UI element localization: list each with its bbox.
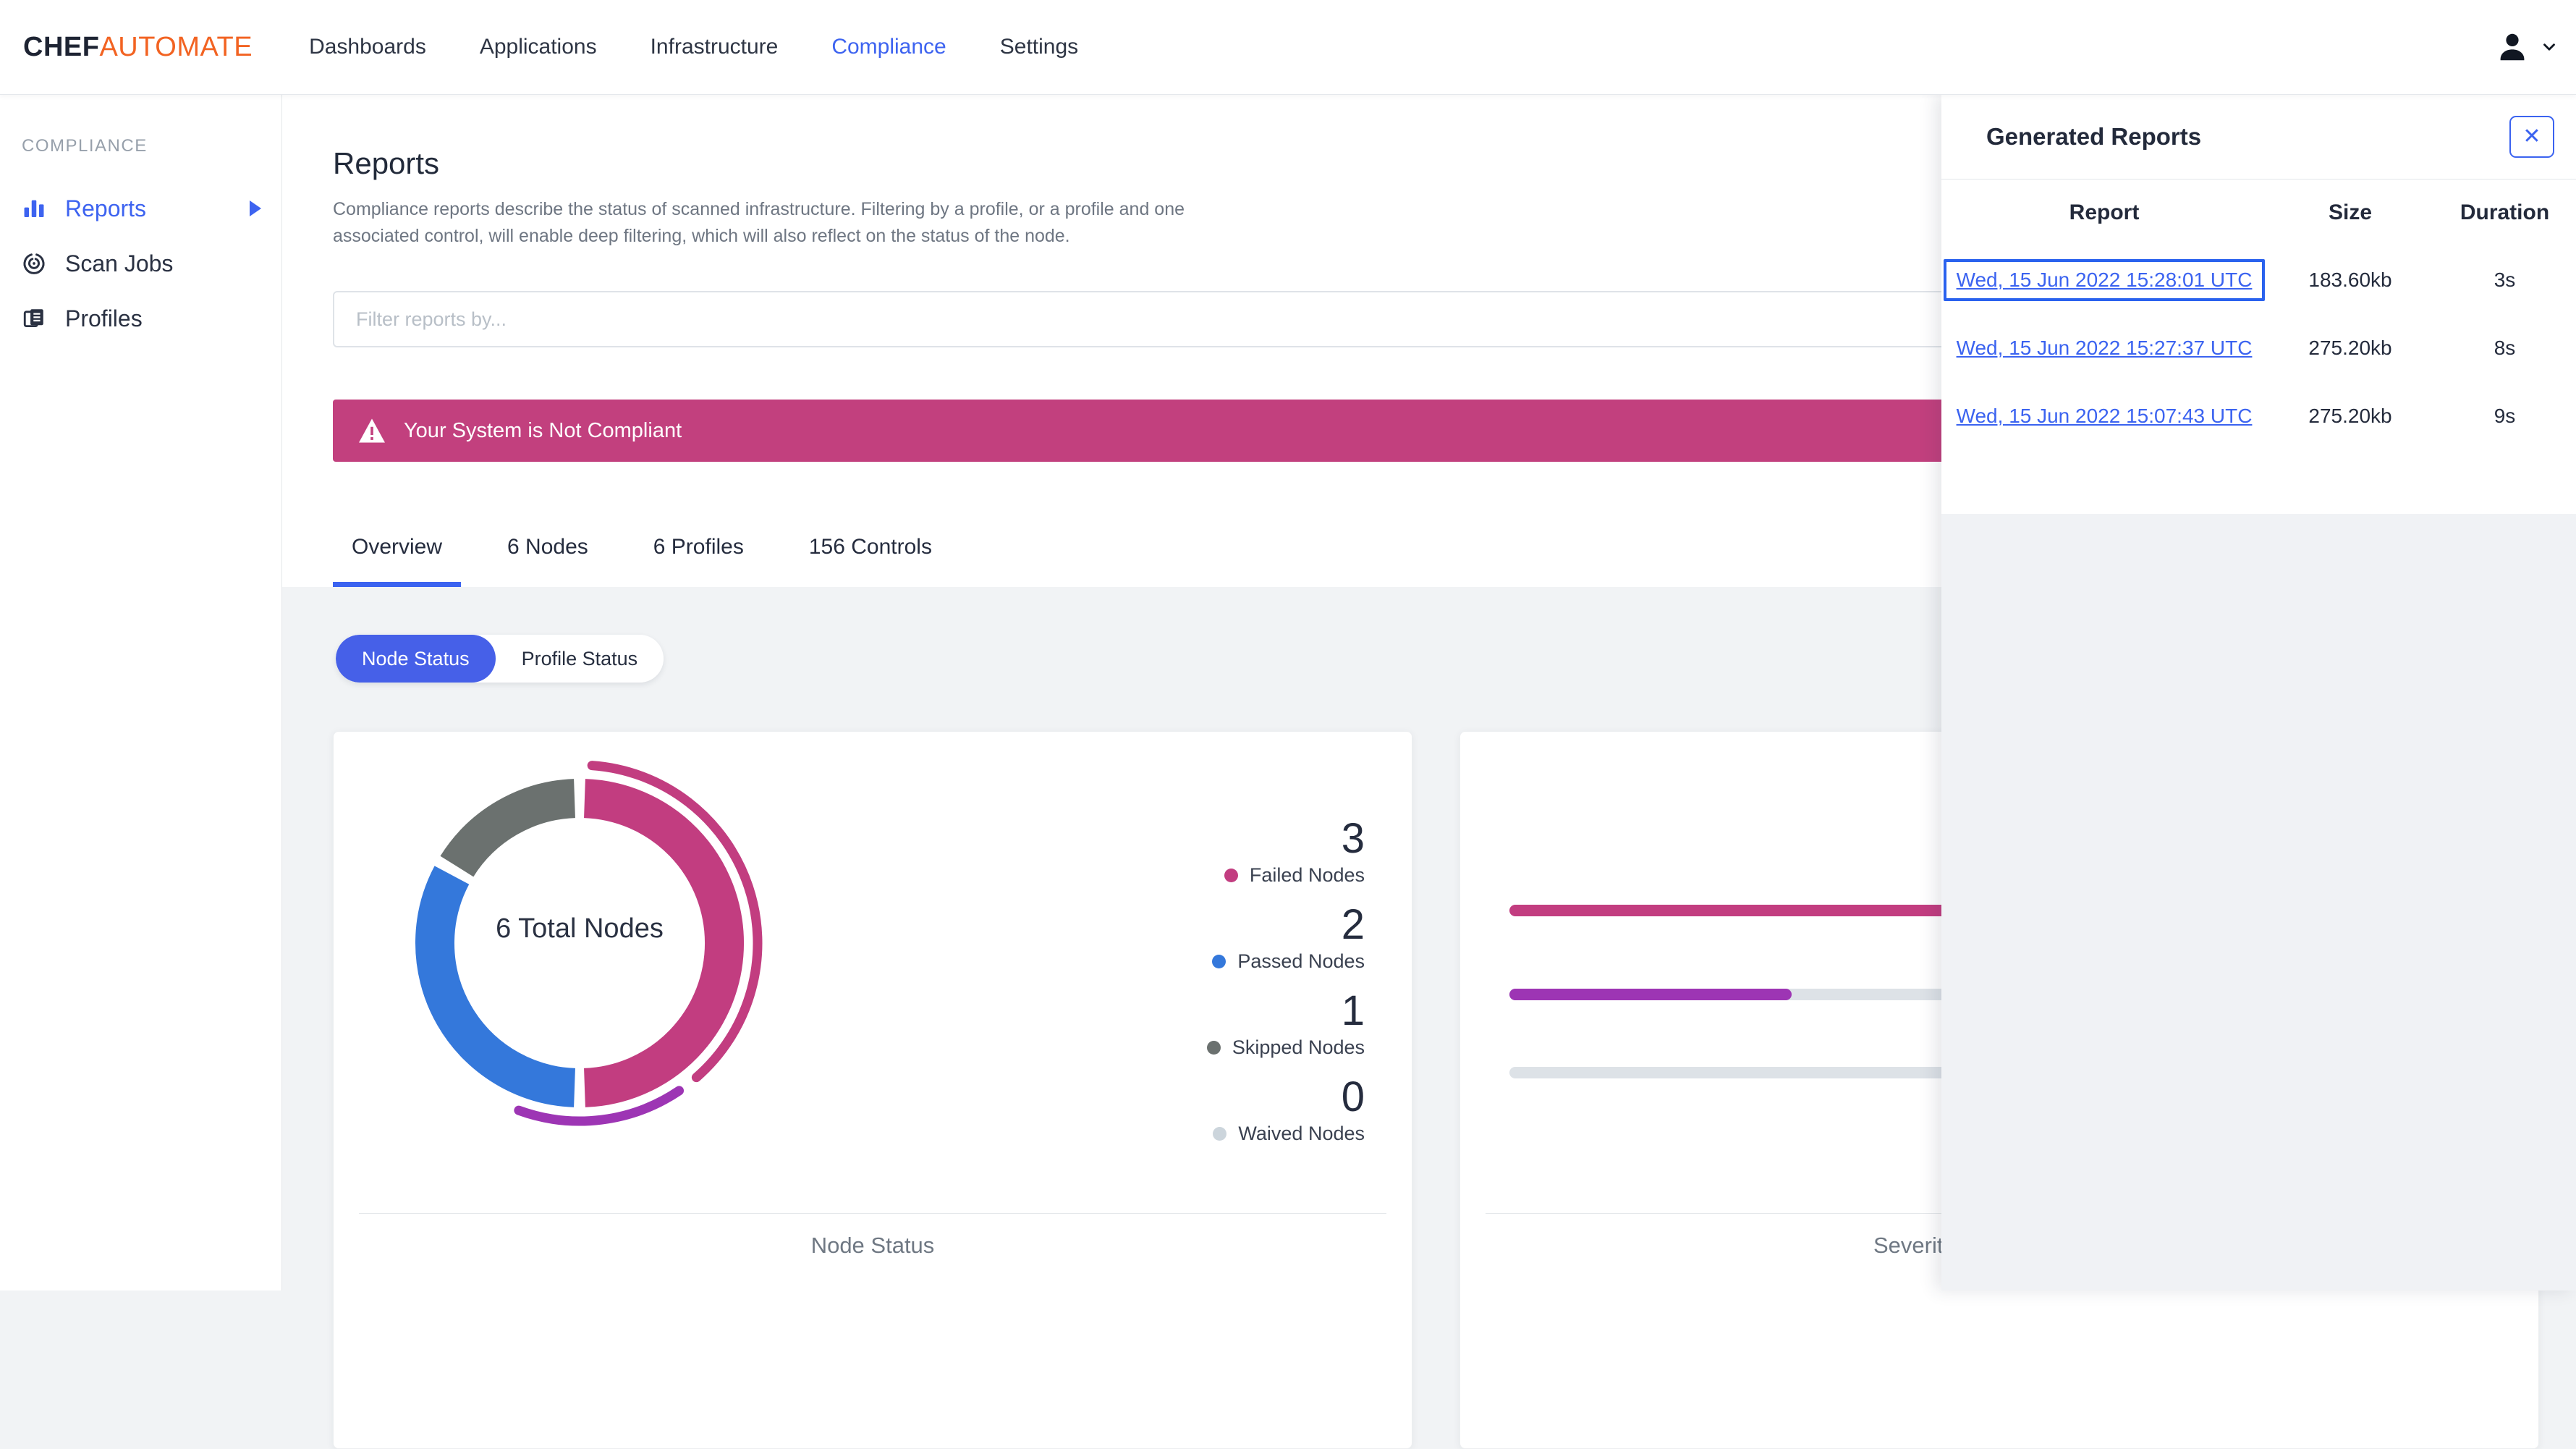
legend-label: Passed Nodes xyxy=(1237,950,1365,972)
report-duration: 9s xyxy=(2494,405,2516,427)
sidebar-item-label: Reports xyxy=(65,195,147,221)
skipped-count: 1 xyxy=(1341,987,1365,1034)
failed-dot-icon xyxy=(1224,868,1238,882)
waived-count: 0 xyxy=(1341,1073,1365,1120)
nav-item-infrastructure[interactable]: Infrastructure xyxy=(651,35,779,59)
bar-major[interactable] xyxy=(1509,989,1792,1000)
sidebar-section-label: COMPLIANCE xyxy=(22,136,148,156)
report-tabs: Overview 6 Nodes 6 Profiles 156 Controls xyxy=(333,535,978,587)
report-size: 275.20kb xyxy=(2308,337,2392,359)
profiles-icon xyxy=(23,309,43,328)
toggle-profile-status[interactable]: Profile Status xyxy=(495,635,664,683)
passed-count: 2 xyxy=(1341,900,1365,948)
filter-reports-input[interactable] xyxy=(333,291,2098,347)
panel-header: Generated Reports ✕ xyxy=(1941,94,2576,179)
logo-chef: CHEF xyxy=(23,31,100,62)
generated-reports-table: Report Size Duration Wed, 15 Jun 2022 15… xyxy=(1941,179,2576,450)
sidebar-item-label: Profiles xyxy=(65,305,143,331)
tab-nodes[interactable]: 6 Nodes xyxy=(488,535,607,587)
legend-item-skipped: 1 Skipped Nodes xyxy=(1119,989,1365,1059)
compliance-sidebar: COMPLIANCE Reports Scan Jobs Profiles xyxy=(0,94,282,1290)
report-duration: 3s xyxy=(2494,269,2516,291)
card-divider xyxy=(359,1213,1386,1214)
status-toggle: Node Status Profile Status xyxy=(336,635,664,683)
node-status-card: 6 Total Nodes 3 Failed Nodes 2 Passed No… xyxy=(333,731,1412,1449)
nav-item-compliance[interactable]: Compliance xyxy=(831,35,946,59)
submenu-arrow-icon xyxy=(250,200,261,216)
toggle-node-status[interactable]: Node Status xyxy=(336,635,496,683)
page-title: Reports xyxy=(333,146,440,181)
node-status-donut-chart[interactable]: 6 Total Nodes xyxy=(391,755,768,1131)
column-header-size: Size xyxy=(2328,200,2373,224)
page-description: Compliance reports describe the status o… xyxy=(333,199,1185,246)
radar-icon xyxy=(23,253,45,274)
report-link[interactable]: Wed, 15 Jun 2022 15:27:37 UTC xyxy=(1957,337,2253,359)
report-link[interactable]: Wed, 15 Jun 2022 15:07:43 UTC xyxy=(1957,405,2253,427)
donut-segment-passed[interactable] xyxy=(415,866,576,1107)
selected-report-outline: Wed, 15 Jun 2022 15:28:01 UTC xyxy=(1943,259,2266,301)
table-row: Wed, 15 Jun 2022 15:28:01 UTC 183.60kb 3… xyxy=(1941,246,2576,314)
primary-nav: Dashboards Applications Infrastructure C… xyxy=(309,35,1132,59)
table-header-row: Report Size Duration xyxy=(1941,179,2576,246)
donut-segment-skipped[interactable] xyxy=(440,779,576,877)
tab-profiles[interactable]: 6 Profiles xyxy=(635,535,763,587)
skipped-dot-icon xyxy=(1206,1040,1221,1055)
sidebar-item-profiles[interactable]: Profiles xyxy=(0,291,281,346)
table-row: Wed, 15 Jun 2022 15:27:37 UTC 275.20kb 8… xyxy=(1941,314,2576,382)
logo-automate: AUTOMATE xyxy=(99,31,253,62)
close-panel-button[interactable]: ✕ xyxy=(2509,115,2554,158)
not-compliant-banner: Your System is Not Compliant xyxy=(333,400,2098,462)
nav-item-dashboards[interactable]: Dashboards xyxy=(309,35,426,59)
failed-count: 3 xyxy=(1341,815,1365,862)
report-size: 275.20kb xyxy=(2308,405,2392,427)
bar-chart-icon xyxy=(24,200,44,218)
table-row: Wed, 15 Jun 2022 15:07:43 UTC 275.20kb 9… xyxy=(1941,382,2576,450)
legend-item-waived: 0 Waived Nodes xyxy=(1119,1073,1365,1145)
sidebar-item-label: Scan Jobs xyxy=(65,250,174,276)
top-navigation-bar: CHEFAUTOMATE Dashboards Applications Inf… xyxy=(0,0,2576,95)
waived-dot-icon xyxy=(1213,1126,1227,1141)
banner-text: Your System is Not Compliant xyxy=(404,418,682,442)
sidebar-item-scan-jobs[interactable]: Scan Jobs xyxy=(0,236,281,291)
node-status-card-label: Node Status xyxy=(810,1233,935,1258)
column-header-duration: Duration xyxy=(2460,200,2550,224)
generated-reports-panel: Generated Reports ✕ Report Size Duration… xyxy=(1941,94,2576,1290)
nav-item-applications[interactable]: Applications xyxy=(480,35,597,59)
column-header-report: Report xyxy=(2069,200,2140,224)
tab-overview[interactable]: Overview xyxy=(333,535,462,587)
chef-automate-logo[interactable]: CHEFAUTOMATE xyxy=(23,32,253,63)
legend-label: Skipped Nodes xyxy=(1232,1036,1365,1058)
panel-title: Generated Reports xyxy=(1986,122,2202,150)
sidebar-item-reports[interactable]: Reports xyxy=(0,181,281,236)
legend-item-passed: 2 Passed Nodes xyxy=(1119,903,1365,973)
generated-reports-content: Generated Reports ✕ Report Size Duration… xyxy=(1941,94,2576,514)
passed-dot-icon xyxy=(1212,954,1226,968)
chevron-down-icon xyxy=(2543,43,2555,51)
report-link[interactable]: Wed, 15 Jun 2022 15:28:01 UTC xyxy=(1957,269,2253,291)
warning-icon xyxy=(359,418,385,443)
legend-item-failed: 3 Failed Nodes xyxy=(1119,815,1365,887)
legend-label: Waived Nodes xyxy=(1238,1122,1365,1144)
tab-controls[interactable]: 156 Controls xyxy=(790,535,951,587)
user-profile-icon[interactable] xyxy=(2495,30,2530,64)
user-menu[interactable] xyxy=(2495,30,2559,64)
report-size: 183.60kb xyxy=(2308,269,2392,291)
node-status-legend: 3 Failed Nodes 2 Passed Nodes 1 Skipped … xyxy=(1119,815,1365,1162)
donut-center-label: 6 Total Nodes xyxy=(496,913,664,944)
report-duration: 8s xyxy=(2494,337,2516,359)
legend-label: Failed Nodes xyxy=(1249,863,1365,886)
nav-item-settings[interactable]: Settings xyxy=(1000,35,1078,59)
